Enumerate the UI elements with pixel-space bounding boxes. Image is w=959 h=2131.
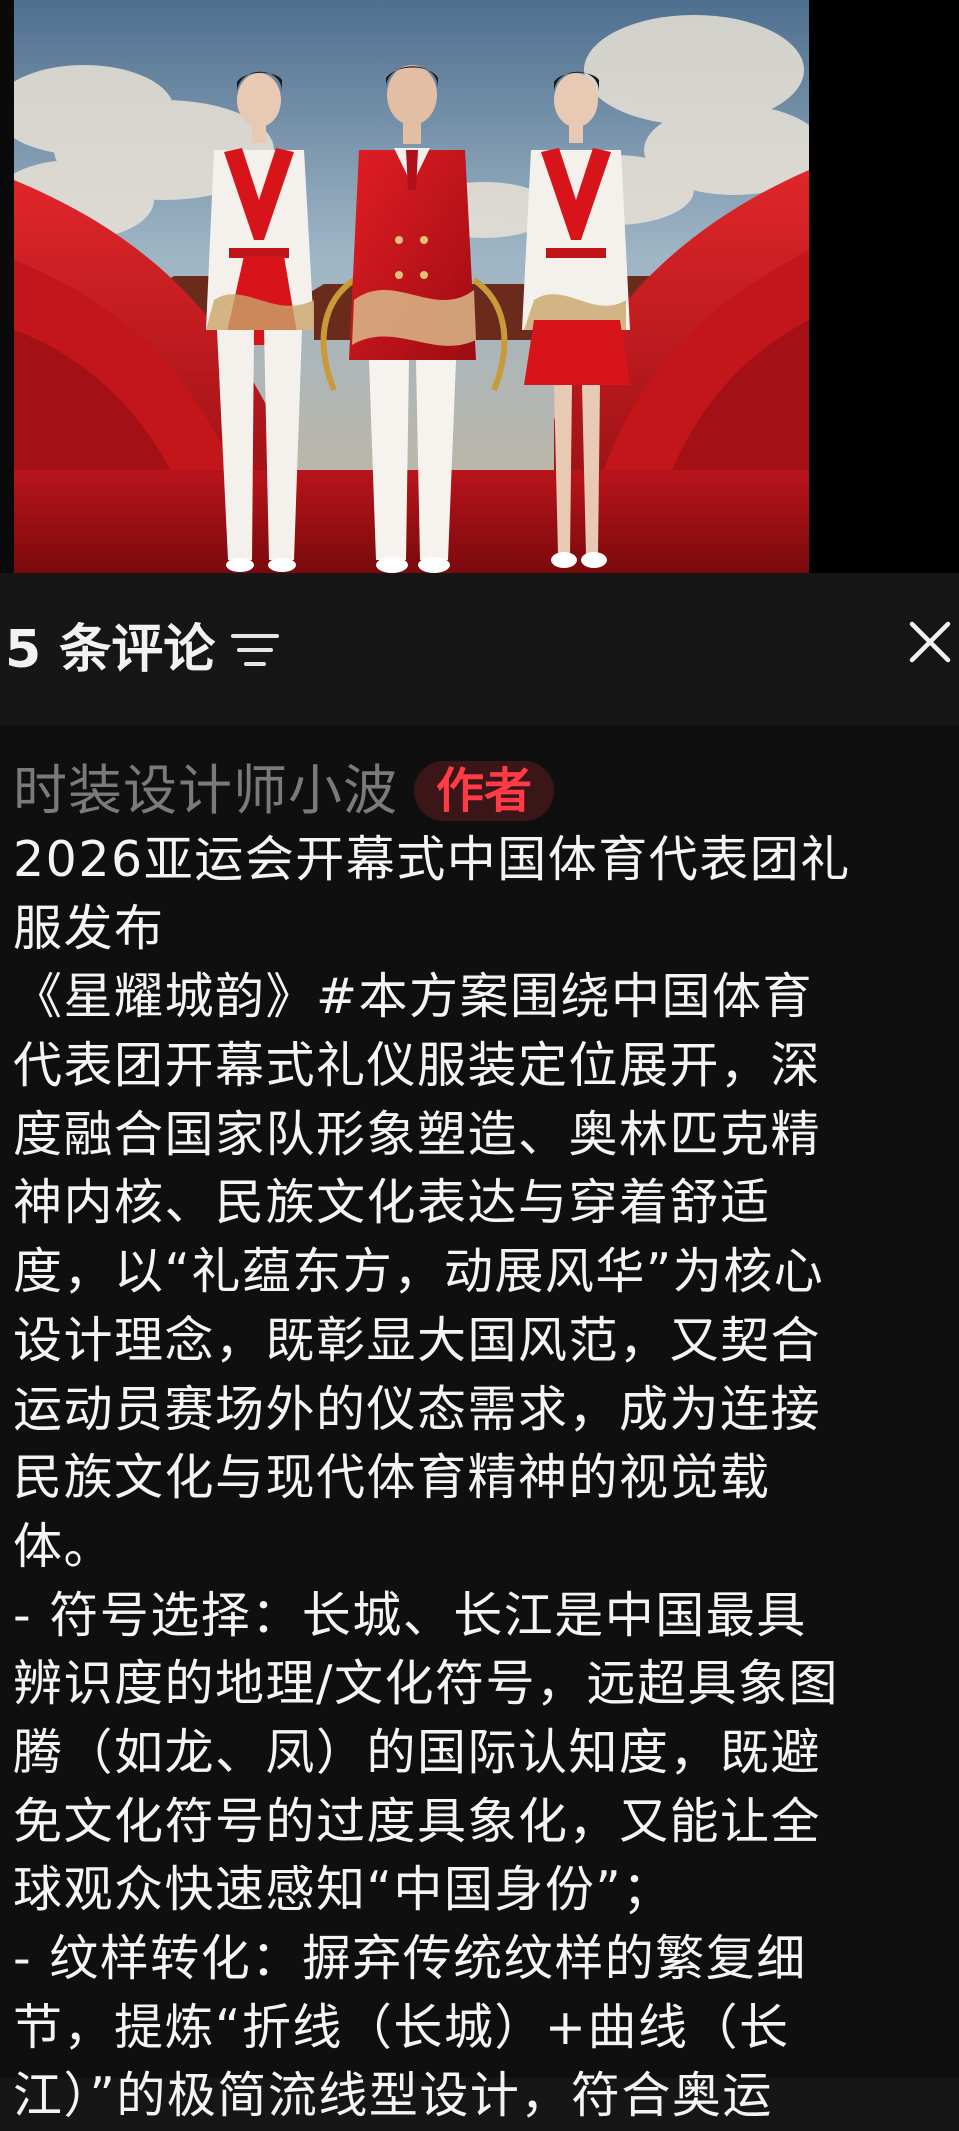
comment-author-name[interactable]: 时装设计师小波 [13, 756, 398, 826]
comment-line: 度融合国家队形象塑造、奥林匹克精 [13, 1105, 822, 1163]
image-letterbox [809, 0, 959, 573]
comment-line: 腾（如龙、凤）的国际认知度，既避 [13, 1723, 822, 1781]
comment-line: 服发布 [13, 899, 165, 957]
comment-line: 球观众快速感知“中国身份”； [13, 1861, 673, 1919]
comment-line: 民族文化与现代体育精神的视觉载 [13, 1449, 771, 1507]
comment-line: 免文化符号的过度具象化，又能让全 [13, 1792, 822, 1850]
uniform-photo [14, 0, 809, 573]
comment-text: 2026亚运会开幕式中国体育代表团礼 服发布 《星耀城韵》#本方案围绕中国体育 … [13, 826, 953, 2131]
comment-line: 代表团开幕式礼仪服装定位展开，深 [13, 1037, 822, 1095]
sort-lines-icon[interactable] [229, 630, 281, 670]
comment-line: 2026亚运会开幕式中国体育代表团礼 [13, 831, 851, 888]
comment-line: - 符号选择：长城、长江是中国最具 [13, 1586, 807, 1644]
comment-line: 运动员赛场外的仪态需求，成为连接 [13, 1380, 822, 1438]
comment-author-row: 时装设计师小波 作者 [13, 756, 555, 826]
author-badge: 作者 [414, 761, 555, 821]
comment-line: 江）”的极简流线型设计，符合奥运 [13, 2067, 773, 2125]
close-icon[interactable] [908, 620, 952, 664]
comment-line: 节，提炼“折线（长城）+曲线（长 [13, 1998, 790, 2056]
comment-line: 《星耀城韵》#本方案围绕中国体育 [13, 968, 814, 1026]
comment-line: 神内核、民族文化表达与穿着舒适 [13, 1174, 771, 1232]
comment-line: 度，以“礼蕴东方，动展风华”为核心 [13, 1243, 825, 1301]
comment-line: 体。 [13, 1517, 115, 1575]
comment-line: - 纹样转化：摒弃传统纹样的繁复细 [13, 1930, 807, 1987]
comment-line: 设计理念，既彰显大国风范，又契合 [13, 1311, 822, 1369]
comment-line: 辨识度的地理/文化符号，远超具象图 [13, 1655, 840, 1713]
comment-count-sort[interactable]: 5 条评论 [5, 618, 281, 682]
post-image[interactable] [0, 0, 959, 573]
comment-count-label: 5 条评论 [5, 620, 216, 680]
